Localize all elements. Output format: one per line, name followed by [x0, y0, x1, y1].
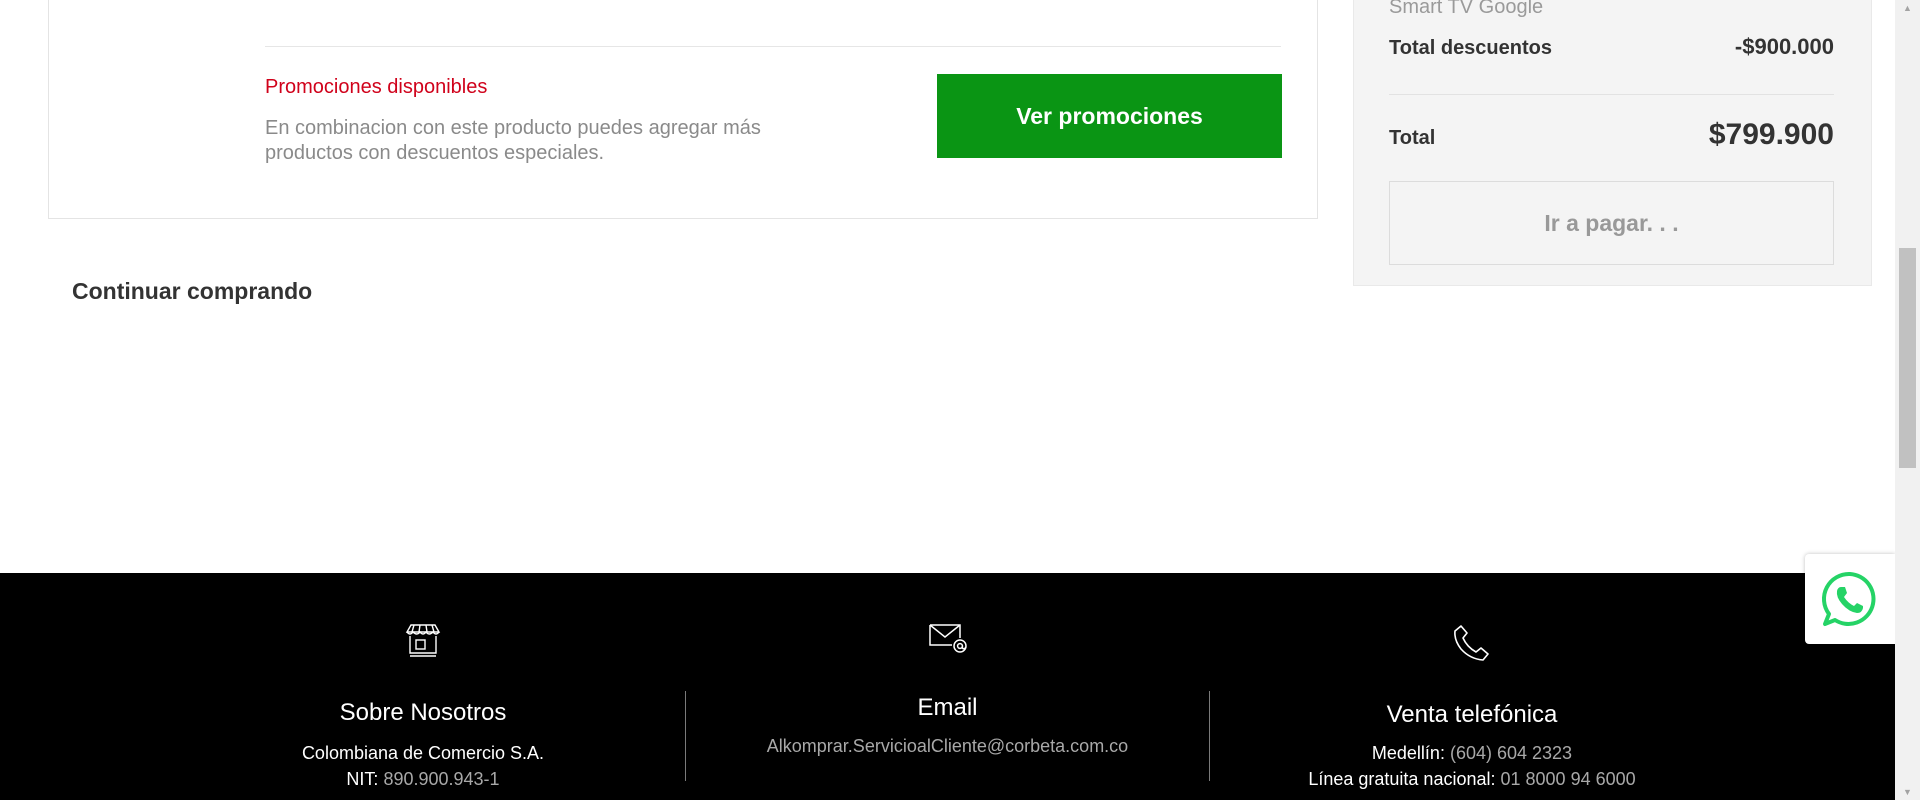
total-label: Total: [1389, 127, 1436, 149]
total-value: $799.900: [1708, 118, 1834, 151]
total-row: Total $799.900: [1389, 114, 1834, 152]
nit-value: 890.900.943-1: [383, 769, 500, 789]
about-company: Colombiana de Comercio S.A.: [301, 743, 545, 763]
email-title: Email: [917, 694, 978, 721]
whatsapp-icon: [1821, 571, 1876, 626]
mail-at-icon: [928, 621, 968, 660]
footer-about-column: Sobre Nosotros Colombiana de Comercio S.…: [173, 573, 673, 800]
footer-phone-column: Venta telefónica Medellín: (604) 604 232…: [1210, 573, 1734, 800]
medellin-number[interactable]: (604) 604 2323: [1450, 743, 1572, 763]
phone-national: Línea gratuita nacional: 01 8000 94 6000: [1210, 769, 1734, 790]
card-divider: [265, 46, 1281, 47]
scroll-down-arrow[interactable]: ▼: [1895, 784, 1920, 800]
phone-title: Venta telefónica: [1386, 701, 1558, 728]
whatsapp-button[interactable]: [1805, 554, 1895, 644]
go-to-pay-button[interactable]: Ir a pagar. . .: [1389, 181, 1834, 265]
view-promotions-button[interactable]: Ver promociones: [937, 74, 1282, 158]
product-card: Promociones disponibles En combinacion c…: [48, 0, 1318, 219]
phone-icon: [1452, 623, 1492, 668]
national-label: Línea gratuita nacional:: [1308, 769, 1496, 789]
discount-label: Total descuentos: [1389, 37, 1552, 59]
store-icon: [404, 621, 442, 664]
promo-description: En combinacion con este producto puedes …: [265, 117, 761, 164]
nit-label: NIT:: [346, 769, 379, 789]
footer: Sobre Nosotros Colombiana de Comercio S.…: [0, 573, 1895, 800]
email-address[interactable]: Alkomprar.ServicioalCliente@corbeta.com.…: [686, 736, 1209, 757]
summary-item-name: Smart TV Google: [1389, 0, 1544, 18]
scroll-up-arrow[interactable]: ▲: [1895, 0, 1920, 16]
promo-title: Promociones disponibles: [265, 76, 488, 98]
scrollbar-thumb[interactable]: [1899, 248, 1916, 468]
continue-shopping-heading[interactable]: Continuar comprando: [72, 278, 312, 305]
discount-value: -$900.000: [1734, 34, 1834, 59]
phone-medellin: Medellín: (604) 604 2323: [1210, 743, 1734, 764]
national-number[interactable]: 01 8000 94 6000: [1501, 769, 1636, 789]
summary-divider: [1389, 94, 1834, 95]
about-title: Sobre Nosotros: [339, 699, 507, 726]
medellin-label: Medellín:: [1371, 743, 1445, 763]
scrollbar[interactable]: ▲ ▼: [1895, 0, 1920, 800]
footer-email-column: Email Alkomprar.ServicioalCliente@corbet…: [686, 573, 1209, 800]
about-nit: NIT: 890.900.943-1: [173, 769, 673, 790]
discount-row: Total descuentos -$900.000: [1389, 34, 1834, 60]
order-summary-panel: Smart TV Google Total descuentos -$900.0…: [1353, 0, 1872, 286]
